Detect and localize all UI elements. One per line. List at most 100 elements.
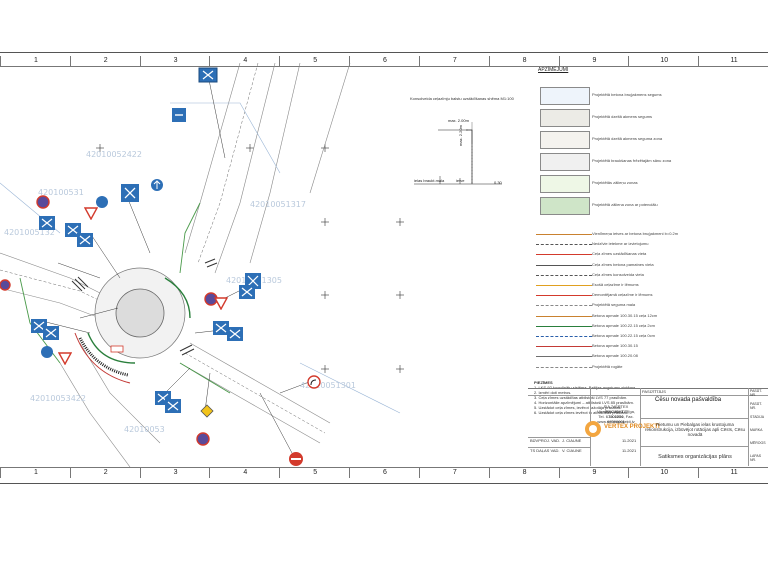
grid-column-label: 7: [418, 468, 490, 478]
sign-no-entry-icon: [196, 432, 210, 446]
legend-line-sample: [536, 366, 592, 368]
title-block-field-label: STADIJA: [750, 415, 765, 419]
cadastral-id: 42010052422: [86, 150, 142, 159]
sign-no-entry-icon: [0, 279, 11, 291]
sign-blue-square-icon: [77, 233, 93, 247]
sheet-title: Satiksmes organizācijas plāns: [658, 454, 732, 460]
grid-column-label: 3: [139, 468, 211, 478]
detail-left-label: ielas braukt.mala: [414, 178, 445, 183]
grid-column-label: 9: [558, 468, 630, 478]
legend-line-sample: [536, 234, 592, 235]
sign-blue-square-icon: [121, 184, 139, 202]
legend-line-sample: [536, 254, 592, 256]
roundabout: [74, 267, 191, 384]
legend-label: Projektētā dzeltā akmens segums: [592, 114, 653, 119]
name-2: V. CIAUNE: [562, 448, 582, 453]
name-1: J. CIAUNE: [562, 438, 582, 443]
legend-line-sample: [536, 264, 592, 266]
sign-yield-triangle-icon: [58, 352, 72, 365]
legend-line-label: Nedzīvie ietekme ar izvietojumu: [592, 241, 649, 247]
sign-blue-square-icon: [239, 285, 255, 299]
legend-line-label: Projektētā rogāte: [592, 363, 623, 369]
legend-line-sample: [536, 274, 592, 276]
title-block-field-label: LAPAS NR.: [750, 454, 762, 462]
sign-diamond-priority-icon: [200, 404, 214, 418]
legend-swatch: [540, 153, 590, 171]
cadastral-id: 42010053422: [30, 394, 86, 403]
sign-blue-circle-icon: [151, 179, 163, 191]
client-name: Cēsu novada pašvaldība: [655, 397, 722, 403]
sign-blue-circle-icon: [96, 196, 108, 208]
client-label: PASŪTĪTĀJS: [642, 389, 666, 394]
legend-line-sample: [536, 285, 592, 286]
legend-label: Projektētā betona bruģakmens segums: [592, 92, 662, 97]
date-1: 11.2021: [622, 438, 637, 443]
grid-column-label: 4: [209, 468, 280, 478]
legend-line-label: Demontējamā ceļazīme ir lēmums: [592, 292, 653, 298]
detail-right-label: 0.30: [494, 180, 502, 185]
legend-line-label: Betona apmale 100.22.15 ceļa 0cm: [592, 333, 655, 338]
sign-blue-square-icon: [198, 67, 218, 83]
legend-line-sample: [536, 325, 592, 327]
legend-swatch: [540, 197, 590, 215]
legend-label: Projektētā zāliena zona ar potenciālu: [592, 202, 658, 207]
legend-line-label: Vienlīmeņa ietves ar betona bruģakmeni b…: [592, 231, 679, 236]
sign-no-turn-icon: [307, 375, 321, 389]
grid-column-label: 11: [698, 468, 768, 478]
legend-line-label: Esošā ceļazīme ir lēmums: [592, 282, 639, 287]
grid-column-label: 5: [279, 468, 350, 478]
legend-line-sample: [536, 295, 592, 297]
legend-line-label: Ceļa zīmes betona pamatnes vieta: [592, 261, 654, 267]
legend-line-label: Ceļa zīmes uzstādīšanas vieta: [592, 251, 647, 257]
cadastral-lines: [0, 102, 401, 414]
legend-line-sample: [536, 305, 592, 307]
sign-stop-icon: [289, 452, 303, 466]
legend-line-label: Betona apmale 100.20.08: [592, 353, 638, 359]
legend-swatch: [540, 109, 590, 127]
sign-blue-square-icon: [227, 327, 243, 341]
sign-support-detail: Konsolveida ceļazīmju balstu uzstādīšana…: [410, 96, 514, 196]
legend-line-sample: [536, 244, 592, 246]
sign-blue-square-icon: [165, 399, 181, 413]
legend-label: Projektētā dzeltā akmens seguma zona: [592, 136, 663, 141]
grid-ruler-bottom: 1 2 3 4 5 6 7 8 9 10 11: [0, 467, 768, 478]
title-block-field-label: MĒROGS: [750, 441, 766, 445]
detail-title: Konsolveida ceļazīmju balstu uzstādīšana…: [410, 96, 514, 101]
role-1: BŪVPROJ. VAD.: [530, 438, 561, 443]
sign-blue-square-icon: [43, 326, 59, 340]
sign-no-entry-icon: [36, 195, 50, 209]
parking-marker-icon: [110, 345, 124, 353]
grid-column-label: 6: [349, 468, 420, 478]
legend-line-label: Projektētā seguma mala: [592, 302, 636, 308]
project-name: Rietumu un Piebalgas ielas krustojuma re…: [644, 422, 746, 437]
legend-line-sample: [536, 346, 592, 348]
legend-swatch: [540, 175, 590, 193]
legend-line-label: Ceļa zīmes konsolveida vieta: [592, 271, 644, 277]
sign-blue-square-icon: [39, 216, 55, 230]
sign-yield-triangle-icon: [214, 297, 228, 310]
legend-line-sample: [536, 336, 592, 337]
legend-label: Projektētā braukšanas frēzētajām sānu zo…: [592, 158, 672, 163]
title-block-field-label: MARKA: [750, 428, 763, 432]
title-block-field-label: PASŪT. NR.: [750, 389, 762, 397]
legend-line-label: Betona apmale 100.30.15 ceļa 12cm: [592, 312, 658, 318]
legend-title: APZĪMĒJUMI: [538, 67, 569, 73]
role-2: TS DAĻAS VAD.: [530, 448, 560, 453]
legend-swatch: [540, 131, 590, 149]
road-center-lines: [0, 63, 326, 434]
legend-line-sample: [536, 356, 592, 358]
grid-column-label: 2: [69, 468, 141, 478]
date-2: 11.2021: [622, 448, 637, 453]
grid-column-label: 8: [488, 468, 560, 478]
legend-line-label: Betona apmale 100.22.15 ceļa 2cm: [592, 322, 655, 328]
grid-column-label: 10: [628, 468, 699, 478]
detail-dim-top: max. 2.00m: [448, 118, 469, 123]
detail-mid-label: ietve: [456, 178, 465, 183]
sign-blue-circle-icon: [41, 346, 53, 358]
detail-dim-side: max. 2.20m: [458, 125, 463, 146]
cadastral-id: 42010051317: [250, 200, 306, 209]
legend-line-sample: [536, 315, 592, 317]
title-block-field-label: PASŪT. NR.: [750, 402, 762, 410]
legend-label: Projektētās zālieņu zonas: [592, 180, 638, 185]
company-logo-icon: [585, 421, 601, 437]
